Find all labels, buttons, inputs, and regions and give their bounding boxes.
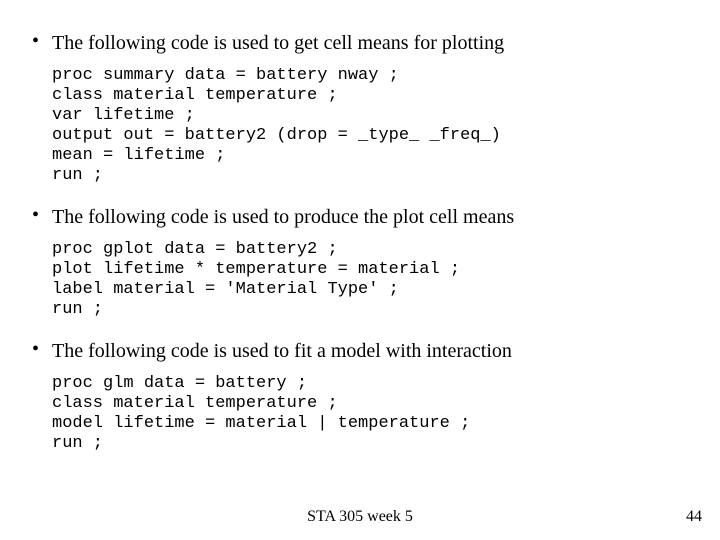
code-block: proc glm data = battery ; class material… bbox=[52, 374, 710, 454]
bullet-list: The following code is used to get cell m… bbox=[10, 30, 710, 454]
bullet-text: The following code is used to get cell m… bbox=[52, 30, 710, 56]
bullet-text: The following code is used to fit a mode… bbox=[52, 338, 710, 364]
list-item: The following code is used to get cell m… bbox=[52, 30, 710, 186]
footer-label: STA 305 week 5 bbox=[0, 508, 720, 526]
bullet-text: The following code is used to produce th… bbox=[52, 204, 710, 230]
page-number: 44 bbox=[686, 508, 702, 526]
code-block: proc summary data = battery nway ; class… bbox=[52, 66, 710, 186]
code-block: proc gplot data = battery2 ; plot lifeti… bbox=[52, 240, 710, 320]
list-item: The following code is used to produce th… bbox=[52, 204, 710, 320]
list-item: The following code is used to fit a mode… bbox=[52, 338, 710, 454]
